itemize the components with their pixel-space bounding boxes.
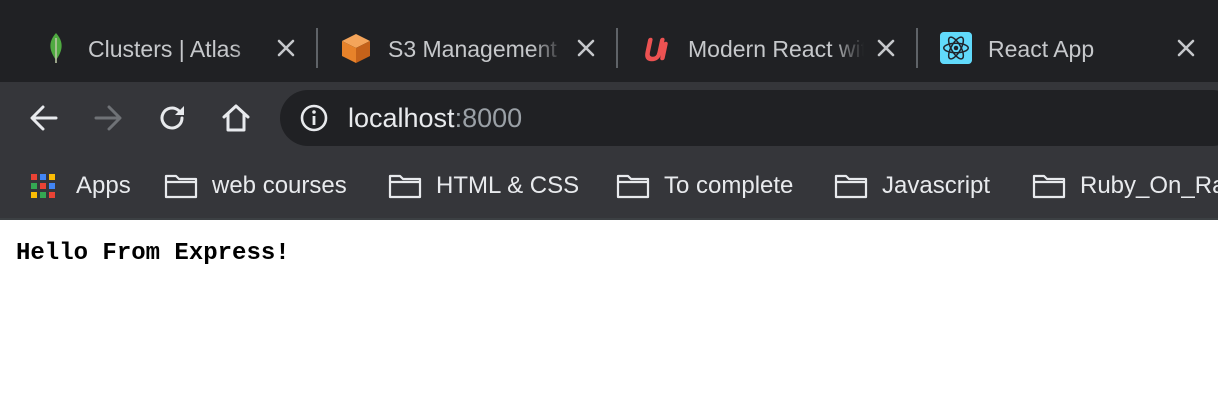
reload-icon: [160, 106, 184, 130]
tab-title: S3 Management Console: [388, 36, 564, 62]
udemy-u-icon: [640, 32, 672, 64]
back-button[interactable]: [22, 96, 66, 140]
arrow-right-icon: [94, 105, 122, 131]
tab-strip: Clusters | Atlas S3 Management Console M…: [0, 0, 1218, 82]
tab-modern-react[interactable]: Modern React with Redux: [600, 14, 900, 82]
tab-title: React App: [988, 36, 1095, 62]
arrow-left-icon: [30, 105, 58, 131]
close-tab-icon[interactable]: [274, 36, 298, 60]
home-icon: [222, 104, 250, 132]
folder-icon: [388, 172, 422, 200]
page-message: Hello From Express!: [16, 240, 290, 267]
bookmark-folder-web-courses[interactable]: web courses: [164, 154, 347, 218]
bookmark-label: Ruby_On_Rails: [1080, 172, 1218, 199]
bookmark-label: Apps: [76, 172, 131, 199]
mongodb-leaf-icon: [40, 32, 72, 64]
apps-grid-icon: [26, 172, 60, 200]
close-tab-icon[interactable]: [574, 36, 598, 60]
reload-button[interactable]: [150, 96, 194, 140]
folder-icon: [164, 172, 198, 200]
tab-s3-management[interactable]: S3 Management Console: [300, 14, 600, 82]
tab-title: Modern React with Redux: [688, 36, 864, 62]
bookmark-label: To complete: [664, 172, 794, 199]
bookmark-label: Javascript: [882, 172, 991, 199]
home-button[interactable]: [214, 96, 258, 140]
tab-clusters-atlas[interactable]: Clusters | Atlas: [0, 14, 300, 82]
react-atom-icon: [940, 32, 972, 64]
folder-icon: [834, 172, 868, 200]
close-tab-icon[interactable]: [874, 36, 898, 60]
tab-title: Clusters | Atlas: [88, 36, 241, 62]
bookmark-folder-ruby-on-rails[interactable]: Ruby_On_Rails: [1032, 154, 1218, 218]
tab-react-app[interactable]: React App: [900, 14, 1200, 82]
bookmarks-bar: Apps web courses HTML & CSS To complete …: [0, 154, 1218, 220]
url-host: localhost: [348, 103, 455, 133]
url-port: :8000: [454, 103, 523, 133]
forward-button[interactable]: [86, 96, 130, 140]
bookmark-label: web courses: [212, 172, 347, 199]
folder-icon: [1032, 172, 1066, 200]
bookmark-apps[interactable]: Apps: [26, 154, 131, 218]
bookmark-folder-html-css[interactable]: HTML & CSS: [388, 154, 579, 218]
bookmark-label: HTML & CSS: [436, 172, 580, 199]
folder-icon: [616, 172, 650, 200]
close-tab-icon[interactable]: [1174, 36, 1198, 60]
aws-s3-cube-icon: [340, 32, 372, 64]
address-bar[interactable]: localhost:8000: [280, 90, 1218, 146]
browser-toolbar: localhost:8000: [0, 82, 1218, 154]
page-content: Hello From Express!: [0, 220, 1218, 418]
info-icon[interactable]: [300, 104, 328, 132]
bookmark-folder-to-complete[interactable]: To complete: [616, 154, 793, 218]
url-text[interactable]: localhost:8000: [348, 103, 522, 133]
bookmark-folder-javascript[interactable]: Javascript: [834, 154, 990, 218]
